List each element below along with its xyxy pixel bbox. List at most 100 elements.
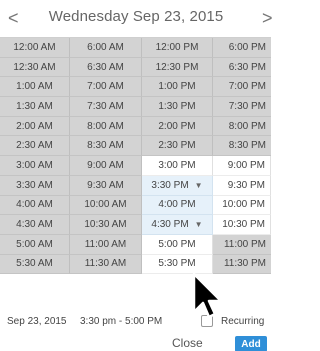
date-time-picker: < Wednesday Sep 23, 2015 > 12:00 AM 6:00 … — [0, 0, 273, 351]
time-slot-label: 9:00 PM — [227, 159, 265, 171]
time-slot-label: 3:00 PM — [158, 159, 196, 171]
time-slot-cell[interactable]: 8:30 AM — [70, 136, 142, 157]
time-slot-label: 6:00 AM — [87, 41, 124, 53]
time-slot-label: 7:30 PM — [228, 100, 266, 112]
picker-title: Wednesday Sep 23, 2015 — [48, 8, 224, 25]
summary-time-range: 3:30 pm - 5:00 PM — [80, 316, 163, 327]
time-slot-label: 3:30 PM — [151, 179, 189, 191]
time-slot-cell[interactable]: 3:30 AM — [0, 175, 70, 196]
time-slot-cell[interactable]: 8:00 PM — [213, 116, 271, 137]
selection-summary: Sep 23, 2015 3:30 pm - 5:00 PM Recurring — [0, 315, 271, 332]
time-slot-cell[interactable]: 9:00 PM — [213, 156, 271, 176]
time-slot-label: 6:00 PM — [228, 41, 266, 53]
time-slot-cell[interactable]: 11:00 PM — [213, 234, 271, 255]
mouse-pointer-icon — [192, 272, 223, 319]
time-slot-label: 5:00 PM — [158, 238, 196, 250]
time-slot-cell[interactable]: 12:30 PM — [142, 57, 213, 78]
time-slot-grid: 12:00 AM 6:00 AM 12:00 PM 6:00 PM 12:30 AM 6:… — [0, 37, 271, 275]
time-slot-cell[interactable]: 10:30 AM — [70, 215, 142, 235]
close-button[interactable]: Close — [172, 336, 203, 350]
triangle-down-icon[interactable]: ▼ — [195, 181, 203, 190]
time-slot-cell[interactable]: 4:30 PM ▼ — [142, 215, 213, 235]
time-slot-cell[interactable]: 11:30 AM — [70, 254, 142, 275]
time-slot-cell[interactable]: 5:30 PM — [142, 254, 213, 275]
time-slot-cell[interactable]: 9:00 AM — [70, 156, 142, 176]
time-slot-cell[interactable]: 12:00 PM — [142, 38, 213, 58]
next-day-button[interactable]: > — [262, 6, 273, 30]
time-slot-cell[interactable]: 5:30 AM — [0, 254, 70, 275]
time-slot-label: 10:30 AM — [84, 219, 127, 231]
time-slot-cell[interactable]: 7:30 PM — [213, 97, 271, 117]
time-slot-cell[interactable]: 6:30 PM — [213, 57, 271, 78]
time-slot-cell[interactable]: 1:00 PM — [142, 77, 213, 98]
time-slot-cell[interactable]: 9:30 PM — [213, 175, 271, 196]
time-slot-cell[interactable]: 4:00 AM — [0, 195, 70, 216]
time-slot-cell[interactable]: 9:30 AM — [70, 175, 142, 196]
time-slot-label: 9:30 PM — [227, 179, 265, 191]
time-slot-label: 9:00 AM — [87, 159, 124, 171]
time-slot-cell[interactable]: 11:30 PM — [213, 254, 271, 275]
time-slot-label: 2:30 PM — [158, 140, 196, 152]
time-slot-label: 11:30 AM — [84, 258, 127, 270]
time-slot-cell[interactable]: 3:00 PM — [142, 156, 213, 176]
time-slot-cell[interactable]: 2:30 AM — [0, 136, 70, 157]
time-slot-cell[interactable]: 3:00 AM — [0, 156, 70, 176]
time-slot-cell[interactable]: 12:30 AM — [0, 57, 70, 78]
time-slot-label: 2:00 AM — [16, 120, 53, 132]
time-slot-label: 7:30 AM — [87, 100, 124, 112]
picker-header: < Wednesday Sep 23, 2015 > — [0, 0, 273, 37]
time-slot-cell[interactable]: 7:00 PM — [213, 77, 271, 98]
time-slot-cell[interactable]: 4:00 PM — [142, 195, 213, 216]
time-slot-cell[interactable]: 7:00 AM — [70, 77, 142, 98]
time-slot-label: 11:30 PM — [223, 258, 266, 270]
time-slot-label: 12:00 PM — [155, 41, 199, 53]
summary-date: Sep 23, 2015 — [7, 316, 67, 327]
time-slot-cell[interactable]: 2:30 PM — [142, 136, 213, 157]
time-slot-cell[interactable]: 12:00 AM — [0, 38, 70, 58]
time-slot-label: 4:30 PM — [151, 219, 189, 231]
time-slot-cell[interactable]: 6:00 PM — [213, 38, 271, 58]
time-slot-label: 4:30 AM — [16, 219, 53, 231]
time-slot-label: 6:30 PM — [228, 61, 266, 73]
time-slot-cell[interactable]: 1:30 AM — [0, 97, 70, 117]
time-slot-cell[interactable]: 8:00 AM — [70, 116, 142, 137]
time-slot-label: 7:00 PM — [228, 81, 266, 93]
time-slot-label: 12:00 AM — [13, 41, 56, 53]
time-slot-label: 3:00 AM — [16, 159, 53, 171]
recurring-checkbox[interactable] — [201, 315, 213, 327]
time-slot-label: 11:00 AM — [84, 238, 127, 250]
time-slot-label: 12:30 PM — [155, 61, 199, 73]
time-slot-cell[interactable]: 1:00 AM — [0, 77, 70, 98]
time-slot-label: 8:00 PM — [228, 120, 266, 132]
time-slot-cell[interactable]: 5:00 AM — [0, 234, 70, 255]
time-slot-label: 6:30 AM — [87, 61, 124, 73]
time-slot-cell[interactable]: 3:30 PM ▼ — [142, 175, 213, 196]
time-slot-cell[interactable]: 10:00 AM — [70, 195, 142, 216]
time-slot-cell[interactable]: 2:00 AM — [0, 116, 70, 137]
time-slot-label: 10:00 PM — [222, 199, 265, 211]
time-slot-label: 1:00 AM — [16, 81, 53, 93]
time-slot-cell[interactable]: 10:00 PM — [213, 195, 271, 216]
time-slot-cell[interactable]: 1:30 PM — [142, 97, 213, 117]
time-slot-label: 2:30 AM — [16, 140, 53, 152]
time-slot-label: 3:30 AM — [16, 179, 53, 191]
add-button[interactable]: Add — [235, 336, 267, 351]
time-slot-cell[interactable]: 11:00 AM — [70, 234, 142, 255]
time-slot-cell[interactable]: 8:30 PM — [213, 136, 271, 157]
time-slot-cell[interactable]: 2:00 PM — [142, 116, 213, 137]
time-slot-label: 4:00 PM — [158, 199, 196, 211]
time-slot-cell[interactable]: 6:30 AM — [70, 57, 142, 78]
time-slot-label: 1:30 PM — [158, 100, 196, 112]
prev-day-button[interactable]: < — [8, 6, 19, 30]
recurring-toggle[interactable]: Recurring — [201, 315, 264, 327]
time-slot-cell[interactable]: 6:00 AM — [70, 38, 142, 58]
triangle-down-icon[interactable]: ▼ — [195, 220, 203, 229]
time-slot-label: 7:00 AM — [87, 81, 124, 93]
time-slot-cell[interactable]: 4:30 AM — [0, 215, 70, 235]
time-slot-cell[interactable]: 5:00 PM — [142, 234, 213, 255]
time-slot-label: 5:30 PM — [158, 258, 196, 270]
time-slot-cell[interactable]: 7:30 AM — [70, 97, 142, 117]
time-slot-cell[interactable]: 10:30 PM — [213, 215, 271, 235]
time-slot-label: 8:30 PM — [228, 140, 266, 152]
time-slot-label: 8:00 AM — [87, 120, 124, 132]
